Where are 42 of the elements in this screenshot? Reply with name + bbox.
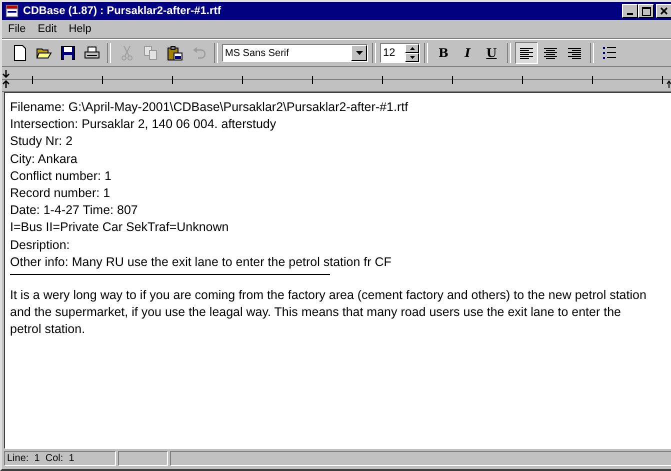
- copy-icon: [144, 46, 158, 60]
- document-line: Other info: Many RU use the exit lane to enter the petrol station fr CF: [10, 254, 392, 271]
- maximize-button[interactable]: [638, 4, 654, 18]
- up-arrow-icon: [410, 47, 414, 50]
- undo-icon: [192, 47, 206, 59]
- align-center-icon: [544, 48, 557, 58]
- document-line: Conflict number: 1: [10, 168, 112, 185]
- align-right-icon: [568, 48, 581, 58]
- folder-icon: [36, 46, 52, 60]
- scissors-icon: [120, 45, 132, 61]
- document-line: City: Ankara: [10, 150, 78, 168]
- down-arrow-icon: [410, 56, 414, 59]
- close-icon: [660, 7, 668, 15]
- menu-item[interactable]: File: [4, 22, 30, 36]
- document-line: Filename: G:\April-May-2001\CDBase\Pursaklar2\Pursaklar2-after-#1.rtf: [10, 99, 410, 116]
- cursor-position: Line: 1 Col: 1: [4, 451, 116, 466]
- document-line: Date: 1-4-27 Time: 807: [10, 202, 139, 220]
- document-line: Study Nr: 2: [10, 133, 74, 150]
- font-size-field[interactable]: 12: [380, 43, 420, 63]
- align-left-icon: [520, 48, 533, 58]
- window-title: CDBase (1.87) : Pursaklar2-after-#1.rtf: [23, 5, 222, 17]
- caret-icon: [356, 51, 362, 55]
- document-line: I=Bus II=Private Car SekTraf=Unknown: [10, 219, 230, 236]
- maximize-icon: [642, 6, 650, 16]
- document-line: Desription:: [10, 236, 71, 254]
- bullet-list-icon: [603, 47, 616, 59]
- menu-item[interactable]: Help: [64, 22, 96, 36]
- menu-item[interactable]: Edit: [34, 22, 61, 36]
- clipboard-icon: [166, 46, 182, 60]
- document-line: Intersection: Pursaklar 2, 140 06 004. afterstudy: [10, 116, 278, 134]
- document-line: Record number: 1: [10, 185, 112, 202]
- document-paragraph: It is a wery long way to if you are coming from the factory area (cement factory and others) to the new petrol station and the supermarket, if you use the leagal way. This means that many road users use the exit lane to enter the petrol station.: [10, 287, 648, 338]
- italic-button[interactable]: I: [456, 42, 479, 64]
- bold-button[interactable]: B: [432, 42, 455, 64]
- font-dropdown[interactable]: MS Sans Serif: [222, 44, 368, 62]
- minimize-button[interactable]: [622, 4, 638, 18]
- close-button[interactable]: [656, 4, 671, 18]
- status-pane: [118, 451, 168, 466]
- document-icon: [12, 45, 26, 61]
- align-left-button[interactable]: [515, 42, 538, 64]
- printer-icon: [84, 46, 100, 60]
- underline-button[interactable]: U: [480, 42, 503, 64]
